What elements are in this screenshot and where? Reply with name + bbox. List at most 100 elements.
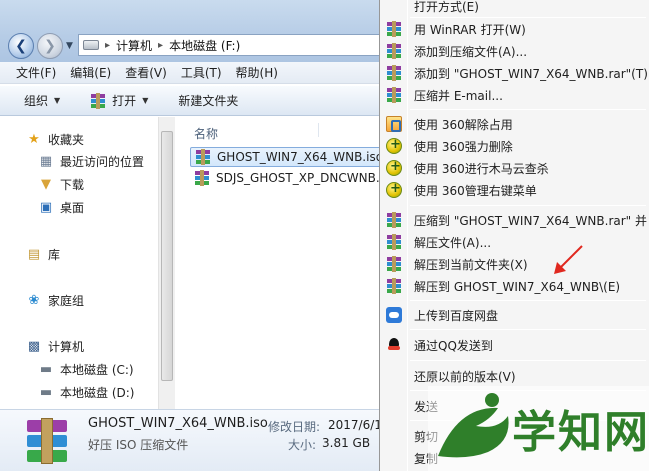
desktop-icon: ▣ [39,199,53,215]
nav-favorites[interactable]: ★ 收藏夹 [26,129,84,149]
navigation-pane: ★ 收藏夹 ▦ 最近访问的位置 ▼ 下载 ▣ 桌面 ▤ 库 ❀ 家庭组 ▩ 计算… [0,117,172,409]
details-pane: GHOST_WIN7_X64_WNB.iso 好压 ISO 压缩文件 修改日期:… [0,409,380,471]
file-name: GHOST_WIN7_X64_WNB.iso [217,150,380,164]
menu-item-label: 解压到 GHOST_WIN7_X64_WNB\(E) [414,280,621,294]
file-row[interactable]: SDJS_GHOST_XP_DNCWNB.i [190,168,380,188]
winrar-icon [194,170,210,186]
scrollbar-thumb[interactable] [161,131,173,381]
chevron-right-icon: ▸ [105,39,111,51]
file-row[interactable]: GHOST_WIN7_X64_WNB.iso [190,147,380,167]
menu-item-label: 压缩并 E-mail... [414,89,503,103]
winrar-icon [386,43,402,59]
column-divider[interactable] [318,123,319,137]
menu-item-open-with[interactable]: 打开方式(E) [380,0,649,17]
360-unlock-icon [386,116,402,132]
forward-button[interactable]: ❯ [37,33,63,59]
recent-pages-dropdown[interactable]: ▼ [66,41,73,51]
nav-label: 收藏夹 [48,132,85,147]
winrar-icon [386,21,402,37]
menu-item-360-force-delete[interactable]: 使用 360强力删除 [380,135,649,157]
file-list: 名称 GHOST_WIN7_X64_WNB.iso SDJS_GHOST_XP_… [176,117,380,409]
nav-label: 计算机 [48,339,85,354]
homegroup-icon: ❀ [28,292,40,308]
menu-item-compress-email[interactable]: 压缩并 E-mail... [380,84,649,106]
details-modified-label: 修改日期: [268,420,321,434]
nav-label: 下载 [60,177,85,192]
nav-label: 本地磁盘 (C:) [60,362,134,377]
title-bar: ❮ ❯ ▼ ▸ 计算机 ▸ 本地磁盘 (F:) [0,0,380,62]
menu-item-compress-rar-email[interactable]: 压缩到 "GHOST_WIN7_X64_WNB.rar" 并 E [380,209,649,231]
menu-file[interactable]: 文件(F) [16,64,56,81]
menu-item-label: 上传到百度网盘 [414,309,499,323]
menu-item-360-unlock[interactable]: 使用 360解除占用 [380,113,649,135]
360-icon [386,181,402,198]
nav-label: 家庭组 [48,293,85,308]
menu-item-label: 使用 360解除占用 [414,118,513,132]
red-arrow-annotation [554,245,583,274]
open-button[interactable]: 打开 ▼ [90,92,148,109]
menu-item-label: 解压到当前文件夹(X) [414,258,528,272]
column-header-name[interactable]: 名称 [194,125,218,142]
menu-item-baidu-upload[interactable]: 上传到百度网盘 [380,304,649,326]
winrar-icon [386,87,402,103]
menu-item-360-manage-menu[interactable]: 使用 360管理右键菜单 [380,179,649,201]
menu-edit[interactable]: 编辑(E) [70,64,111,81]
nav-label: 桌面 [60,200,85,215]
details-size-label: 大小: [288,438,317,452]
nav-homegroup[interactable]: ❀ 家庭组 [26,290,84,310]
winrar-icon [90,92,106,109]
libraries-icon: ▤ [27,246,41,262]
breadcrumb-drive-f[interactable]: 本地磁盘 (F:) [169,37,240,54]
nav-computer[interactable]: ▩ 计算机 [26,336,84,356]
winrar-icon [386,212,402,228]
menu-item-extract-to-folder[interactable]: 解压到 GHOST_WIN7_X64_WNB\(E) [380,275,649,297]
nav-drive-d[interactable]: ▬ 本地磁盘 (D:) [38,382,135,402]
organize-button[interactable]: 组织 ▼ [24,92,60,109]
menu-item-label: 打开方式(E) [414,0,479,14]
menu-item-label: 压缩到 "GHOST_WIN7_X64_WNB.rar" 并 E [414,214,649,228]
360-icon [386,159,402,176]
drive-icon: ▬ [39,384,53,400]
navigation-scrollbar[interactable] [158,117,175,409]
menu-help[interactable]: 帮助(H) [236,64,278,81]
breadcrumb-computer[interactable]: 计算机 [116,37,152,54]
winrar-icon [386,256,402,272]
menu-item-add-to-rar[interactable]: 添加到 "GHOST_WIN7_X64_WNB.rar"(T) [380,62,649,84]
winrar-icon [195,149,211,165]
menu-item-label: 用 WinRAR 打开(W) [414,23,526,37]
menu-item-label: 使用 360管理右键菜单 [414,184,537,198]
menu-item-extract-here[interactable]: 解压到当前文件夹(X) [380,253,649,275]
360-icon [386,137,402,154]
menu-separator [410,360,646,361]
winrar-icon [386,278,402,294]
nav-libraries[interactable]: ▤ 库 [26,244,60,264]
menu-tools[interactable]: 工具(T) [181,64,222,81]
menu-bar: 文件(F) 编辑(E) 查看(V) 工具(T) 帮助(H) [0,62,380,84]
qq-icon [386,337,402,353]
menu-item-label: 通过QQ发送到 [414,339,493,353]
file-name: SDJS_GHOST_XP_DNCWNB.i [216,171,380,185]
menu-item-open-with-winrar[interactable]: 用 WinRAR 打开(W) [380,18,649,40]
drive-icon: ▬ [39,361,53,377]
nav-drive-c[interactable]: ▬ 本地磁盘 (C:) [38,359,134,379]
menu-separator [410,329,646,330]
menu-item-360-trojan-scan[interactable]: 使用 360进行木马云查杀 [380,157,649,179]
explorer-window: ❮ ❯ ▼ ▸ 计算机 ▸ 本地磁盘 (F:) 文件(F) 编辑(E) 查看(V… [0,0,380,471]
menu-item-restore-versions[interactable]: 还原以前的版本(V) [380,365,649,387]
nav-desktop[interactable]: ▣ 桌面 [38,197,84,217]
menu-item-label: 还原以前的版本(V) [414,370,516,384]
nav-recent-places[interactable]: ▦ 最近访问的位置 [38,151,144,171]
menu-item-qq-send[interactable]: 通过QQ发送到 [380,334,649,356]
nav-label: 本地磁盘 (D:) [60,385,135,400]
organize-label: 组织 [24,94,49,108]
back-button[interactable]: ❮ [8,33,34,59]
details-size-value: 3.81 GB [322,436,371,450]
new-folder-button[interactable]: 新建文件夹 [178,92,238,109]
menu-item-extract-files[interactable]: 解压文件(A)... [380,231,649,253]
nav-downloads[interactable]: ▼ 下载 [38,174,84,194]
star-icon: ★ [28,131,40,147]
new-folder-label: 新建文件夹 [178,94,239,108]
address-bar[interactable]: ▸ 计算机 ▸ 本地磁盘 (F:) [78,34,380,56]
menu-view[interactable]: 查看(V) [125,64,167,81]
menu-item-add-to-archive[interactable]: 添加到压缩文件(A)... [380,40,649,62]
